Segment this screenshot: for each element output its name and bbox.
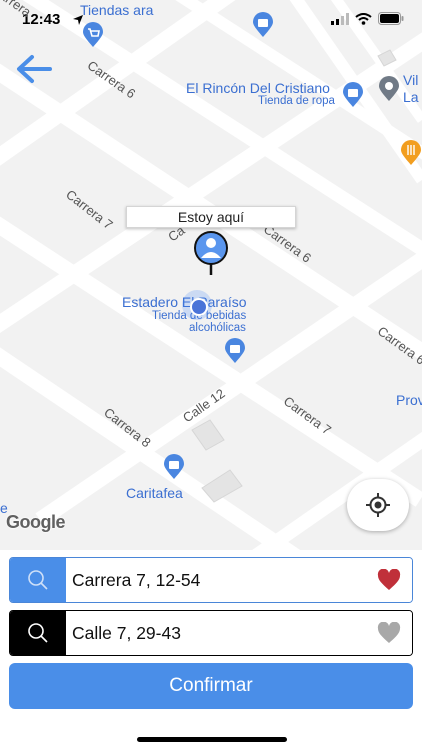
arrow-left-icon — [17, 55, 52, 83]
origin-favorite-button[interactable] — [366, 558, 412, 602]
map-pin-icon[interactable] — [378, 76, 400, 102]
status-icons — [331, 12, 404, 25]
location-tooltip: Estoy aquí — [126, 206, 296, 228]
restaurant-icon[interactable] — [400, 140, 422, 166]
shopping-bag-icon[interactable] — [252, 12, 274, 38]
shopping-bag-icon[interactable] — [224, 338, 246, 364]
search-icon — [28, 570, 48, 590]
poi-partial-label[interactable]: Prov — [396, 392, 422, 408]
poi-rincon-name[interactable]: El Rincón Del Cristiano — [186, 80, 330, 96]
poi-rincon-subtitle: Tienda de ropa — [258, 95, 335, 107]
poi-partial-label[interactable]: La — [403, 89, 419, 105]
poi-partial-label[interactable]: Vil — [403, 72, 418, 88]
shopping-cart-icon[interactable] — [82, 22, 104, 48]
crosshair-icon — [366, 493, 390, 517]
wifi-icon — [355, 12, 372, 25]
confirm-button[interactable]: Confirmar — [9, 663, 413, 709]
signal-icon — [331, 12, 349, 25]
google-logo: Google — [6, 512, 66, 532]
destination-address-field[interactable]: Calle 7, 29-43 — [9, 610, 413, 656]
origin-search-button[interactable] — [10, 558, 66, 602]
back-button[interactable] — [14, 52, 54, 86]
battery-icon — [378, 12, 404, 25]
destination-address-value[interactable]: Calle 7, 29-43 — [66, 611, 366, 655]
home-indicator[interactable] — [137, 737, 287, 742]
origin-address-value[interactable]: Carrera 7, 12-54 — [66, 558, 366, 602]
heart-icon — [377, 622, 401, 643]
user-marker-icon[interactable] — [191, 231, 231, 277]
heart-icon — [377, 569, 401, 590]
origin-address-field[interactable]: Carrera 7, 12-54 — [9, 557, 413, 603]
poi-caritafea-name[interactable]: Caritafea — [126, 485, 183, 501]
poi-label[interactable]: Tiendas ara — [80, 2, 153, 18]
shopping-bag-icon[interactable] — [163, 454, 185, 480]
destination-search-button[interactable] — [10, 611, 66, 655]
current-location-dot — [182, 290, 212, 320]
my-location-button[interactable] — [347, 479, 409, 531]
search-icon — [28, 623, 48, 643]
destination-favorite-button[interactable] — [366, 611, 412, 655]
map-view[interactable]: 12:43 arrera Carrera 6 Carrera 7 Ca Carr… — [0, 0, 422, 550]
poi-estadero-subtitle: alcohólicas — [189, 322, 246, 334]
shopping-bag-icon[interactable] — [342, 82, 364, 108]
